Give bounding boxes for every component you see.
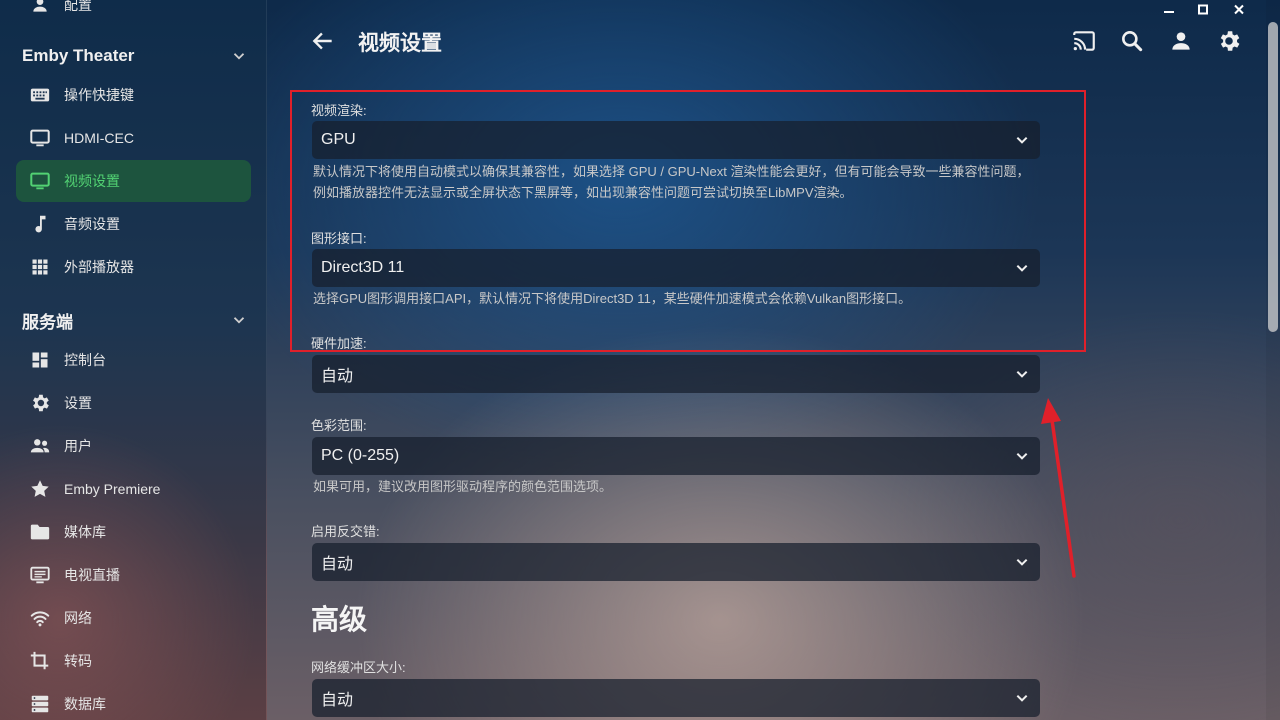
arrow-left-icon[interactable]	[310, 28, 336, 54]
sidebar-item-dashboard[interactable]: 控制台	[16, 339, 251, 381]
folder-icon	[28, 520, 52, 544]
sidebar-item-label: 用户	[64, 438, 92, 454]
chevron-down-icon	[233, 317, 245, 324]
sidebar-item-label: HDMI-CEC	[64, 130, 134, 146]
sidebar-item-label: 电视直播	[64, 567, 120, 583]
chevron-down-icon	[233, 53, 245, 60]
select-value: 自动	[321, 556, 354, 573]
monitor-icon	[28, 169, 52, 193]
tv-icon	[28, 563, 52, 587]
sidebar-item-external-player[interactable]: 外部播放器	[16, 246, 251, 288]
color-range-label: 色彩范围:	[311, 418, 367, 433]
crop-icon	[28, 649, 52, 673]
sidebar-item-label: Emby Premiere	[64, 481, 161, 497]
sidebar-item-label: 数据库	[64, 696, 106, 712]
minimize-icon[interactable]	[1160, 2, 1178, 18]
select-value: 自动	[321, 692, 354, 709]
wifi-icon	[28, 606, 52, 630]
sidebar-item-database[interactable]: 数据库	[16, 683, 251, 720]
deinterlace-label: 启用反交错:	[311, 524, 380, 539]
sidebar-item-label: 媒体库	[64, 524, 106, 540]
annotation-highlight-box	[290, 90, 1086, 352]
sidebar-item-config[interactable]: 配置	[16, 0, 251, 26]
sidebar-item-emby-premiere[interactable]: Emby Premiere	[16, 468, 251, 510]
advanced-section-title: 高级	[311, 604, 368, 635]
sidebar-item-label: 网络	[64, 610, 92, 626]
sidebar-item-users[interactable]: 用户	[16, 425, 251, 467]
maximize-icon[interactable]	[1194, 2, 1212, 18]
sidebar-item-hdmi-cec[interactable]: HDMI-CEC	[16, 117, 251, 159]
chevron-down-icon	[1016, 694, 1028, 702]
gear-icon[interactable]	[1216, 28, 1242, 54]
sidebar-item-label: 外部播放器	[64, 259, 134, 275]
star-icon	[28, 477, 52, 501]
people-icon	[28, 434, 52, 458]
sidebar-item-live-tv[interactable]: 电视直播	[16, 554, 251, 596]
sidebar-item-label: 操作快捷键	[64, 87, 134, 103]
hw-accel-select[interactable]: 自动	[312, 355, 1040, 393]
grid-icon	[28, 255, 52, 279]
sidebar-item-label: 转码	[64, 653, 92, 669]
monitor-icon	[28, 126, 52, 150]
network-buffer-select[interactable]: 自动	[312, 679, 1040, 717]
sidebar-item-label: 视频设置	[64, 173, 120, 189]
sidebar-item-label: 控制台	[64, 352, 106, 368]
chevron-down-icon	[1016, 558, 1028, 566]
sidebar-item-audio-settings[interactable]: 音频设置	[16, 203, 251, 245]
color-range-help: 如果可用，建议改用图形驱动程序的颜色范围选项。	[313, 479, 613, 494]
chevron-down-icon	[1016, 370, 1028, 378]
cast-icon[interactable]	[1071, 28, 1097, 54]
sidebar-item-video-settings[interactable]: 视频设置	[16, 160, 251, 202]
sidebar-item-label: 音频设置	[64, 216, 120, 232]
sidebar-item-label: 配置	[64, 0, 92, 13]
color-range-select[interactable]: PC (0-255)	[312, 437, 1040, 475]
search-icon[interactable]	[1119, 28, 1145, 54]
section-title: 服务端	[22, 312, 73, 332]
sidebar-item-library[interactable]: 媒体库	[16, 511, 251, 553]
annotation-arrow	[1041, 398, 1076, 578]
section-emby-theater[interactable]: Emby Theater	[22, 44, 252, 68]
user-icon[interactable]	[1168, 28, 1194, 54]
keyboard-icon	[28, 83, 52, 107]
section-title: Emby Theater	[22, 46, 135, 65]
dashboard-icon	[28, 348, 52, 372]
person-icon	[28, 0, 52, 17]
select-value: 自动	[321, 368, 354, 385]
deinterlace-select[interactable]: 自动	[312, 543, 1040, 581]
sidebar: 配置 Emby Theater 操作快捷键 HDMI-CEC 视频设置 音频设置	[0, 0, 267, 720]
page-title: 视频设置	[358, 32, 442, 55]
scrollbar-thumb[interactable]	[1268, 22, 1278, 332]
sidebar-item-shortcuts[interactable]: 操作快捷键	[16, 74, 251, 116]
section-server[interactable]: 服务端	[22, 308, 252, 332]
sidebar-item-network[interactable]: 网络	[16, 597, 251, 639]
network-buffer-label: 网络缓冲区大小:	[311, 660, 406, 675]
sidebar-item-settings[interactable]: 设置	[16, 382, 251, 424]
music-note-icon	[28, 212, 52, 236]
close-icon[interactable]	[1230, 2, 1248, 18]
select-value: PC (0-255)	[321, 447, 400, 464]
database-icon	[28, 692, 52, 716]
sidebar-item-label: 设置	[64, 395, 92, 411]
chevron-down-icon	[1016, 452, 1028, 460]
sidebar-item-transcoding[interactable]: 转码	[16, 640, 251, 682]
gear-icon	[28, 391, 52, 415]
